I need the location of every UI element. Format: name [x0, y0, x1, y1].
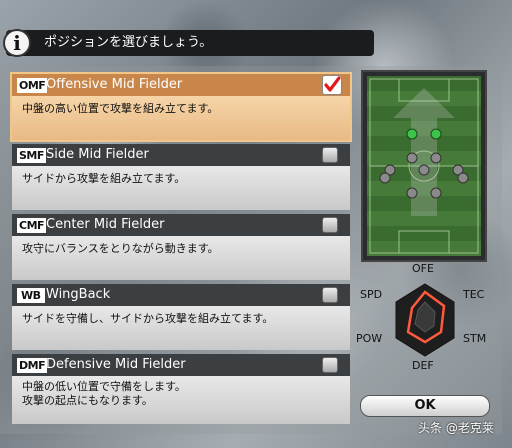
radar-label-tec: TEC — [463, 288, 485, 301]
pitch — [367, 76, 481, 256]
ok-button[interactable]: OK — [360, 395, 490, 417]
checkmark-icon — [324, 76, 341, 92]
position-name: Side Mid Fielder — [46, 147, 149, 162]
position-name: Offensive Mid Fielder — [46, 77, 183, 92]
position-name: WingBack — [46, 287, 111, 302]
checkbox-unchecked[interactable] — [322, 217, 338, 233]
checkbox-unchecked[interactable] — [322, 147, 338, 163]
position-badge: WB — [17, 288, 45, 303]
position-list: OMF Offensive Mid Fielder 中盤の高い位置で攻撃を組み立… — [10, 72, 352, 424]
instruction-text: ポジションを選びましょう。 — [44, 35, 213, 50]
position-desc: 中盤の低い位置で守備をします。 攻撃の起点にもなります。 — [22, 380, 186, 407]
position-name: Center Mid Fielder — [46, 217, 165, 232]
info-icon: i — [3, 29, 31, 57]
position-item-dmf[interactable]: DMF Defensive Mid Fielder 中盤の低い位置で守備をします… — [12, 354, 350, 424]
position-badge: DMF — [17, 358, 48, 373]
checkbox-unchecked[interactable] — [322, 357, 338, 373]
position-desc: サイドを守備し、サイドから攻撃を組み立てます。 — [22, 312, 274, 325]
position-badge: SMF — [17, 148, 46, 163]
radar-label-spd: SPD — [360, 288, 383, 301]
position-item-cmf[interactable]: CMF Center Mid Fielder 攻守にバランスをとりながら動きます… — [12, 214, 350, 280]
formation-diagram — [369, 78, 479, 254]
position-desc: 中盤の高い位置で攻撃を組み立てます。 — [22, 102, 219, 115]
position-badge: OMF — [17, 78, 48, 93]
formation-field — [361, 70, 487, 262]
position-item-wb[interactable]: WB WingBack サイドを守備し、サイドから攻撃を組み立てます。 — [12, 284, 350, 350]
radar-label-def: DEF — [412, 359, 434, 372]
position-item-smf[interactable]: SMF Side Mid Fielder サイドから攻撃を組み立てます。 — [12, 144, 350, 210]
position-item-omf[interactable]: OMF Offensive Mid Fielder 中盤の高い位置で攻撃を組み立… — [10, 72, 352, 142]
ability-radar: OFE TEC STM DEF POW SPD — [352, 262, 502, 392]
checkbox-checked[interactable] — [322, 75, 342, 95]
position-badge: CMF — [17, 218, 47, 233]
radar-chart — [395, 283, 455, 357]
checkbox-unchecked[interactable] — [322, 287, 338, 303]
position-desc: 攻守にバランスをとりながら動きます。 — [22, 242, 219, 255]
radar-label-stm: STM — [463, 332, 487, 345]
watermark: 头条 @老克莱 — [418, 421, 494, 435]
position-desc: サイドから攻撃を組み立てます。 — [22, 172, 186, 185]
radar-label-pow: POW — [356, 332, 383, 345]
position-name: Defensive Mid Fielder — [46, 357, 186, 372]
radar-label-ofe: OFE — [412, 262, 434, 275]
